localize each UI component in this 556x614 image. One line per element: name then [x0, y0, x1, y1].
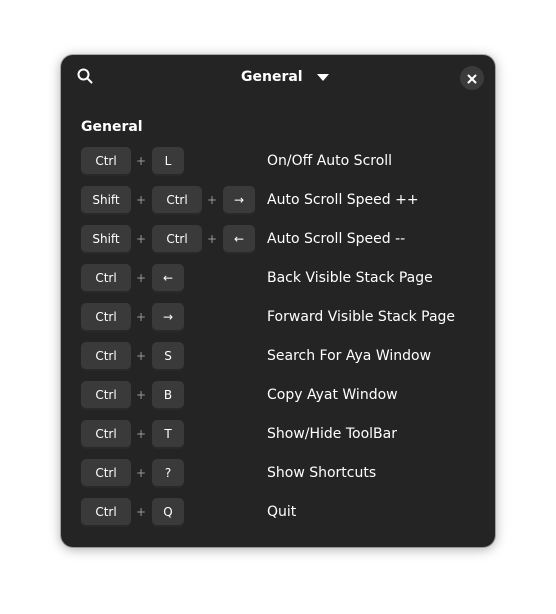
shortcut-description: Show Shortcuts: [267, 465, 377, 481]
keycap: Ctrl: [81, 420, 131, 449]
key-separator: +: [135, 349, 147, 363]
keycap: Ctrl: [81, 498, 131, 527]
key-separator: +: [135, 271, 147, 285]
keycap: S: [152, 342, 184, 371]
shortcut-row: Ctrl + S Search For Aya Window: [81, 342, 481, 381]
search-button[interactable]: [71, 64, 99, 92]
shortcut-row: Ctrl + ← Back Visible Stack Page: [81, 264, 481, 303]
section-dropdown[interactable]: General: [231, 63, 335, 93]
shortcut-description: Search For Aya Window: [267, 348, 432, 364]
keycap: ←: [152, 264, 184, 293]
header-bar: General: [61, 55, 495, 101]
search-icon: [77, 68, 93, 88]
key-separator: +: [206, 232, 218, 246]
keycap: →: [152, 303, 184, 332]
keycap: Shift: [81, 225, 131, 254]
shortcut-description: Quit: [267, 504, 297, 520]
keycap: Ctrl: [81, 303, 131, 332]
keycap: ?: [152, 459, 184, 488]
shortcut-description: Auto Scroll Speed ++: [267, 192, 419, 208]
shortcut-description: Forward Visible Stack Page: [267, 309, 456, 325]
keycap: Ctrl: [81, 459, 131, 488]
keycap: T: [152, 420, 184, 449]
keycap: →: [223, 186, 255, 215]
shortcut-row: Ctrl + L On/Off Auto Scroll: [81, 147, 481, 186]
key-separator: +: [135, 193, 147, 207]
shortcut-row: Shift + Ctrl + → Auto Scroll Speed ++: [81, 186, 481, 225]
shortcut-description: Copy Ayat Window: [267, 387, 398, 403]
keycap: L: [152, 147, 184, 176]
shortcut-description: On/Off Auto Scroll: [267, 153, 393, 169]
key-separator: +: [135, 505, 147, 519]
keycap: Ctrl: [81, 381, 131, 410]
close-icon: [467, 69, 477, 88]
shortcut-description: Show/Hide ToolBar: [267, 426, 397, 442]
keycap: Q: [152, 498, 184, 527]
keycap: Ctrl: [81, 264, 131, 293]
shortcuts-window: General General Ctrl + L On/Off Auto Scroll…: [61, 55, 495, 547]
keycap: Shift: [81, 186, 131, 215]
key-separator: +: [206, 193, 218, 207]
shortcut-row: Ctrl +? Show Shortcuts: [81, 459, 481, 498]
shortcut-row: Ctrl + → Forward Visible Stack Page: [81, 303, 481, 342]
key-separator: +: [135, 232, 147, 246]
key-separator: +: [135, 310, 147, 324]
keycap: Ctrl: [81, 342, 131, 371]
window-title: General: [241, 69, 303, 85]
keycap: B: [152, 381, 184, 410]
key-separator: +: [135, 466, 147, 480]
shortcut-description: Back Visible Stack Page: [267, 270, 433, 286]
key-separator: +: [135, 427, 147, 441]
shortcut-row: Ctrl + T Show/Hide ToolBar: [81, 420, 481, 459]
shortcut-row: Shift + Ctrl + ← Auto Scroll Speed --: [81, 225, 481, 264]
shortcut-row: Ctrl + B Copy Ayat Window: [81, 381, 481, 420]
close-button[interactable]: [460, 66, 484, 90]
keycap: Ctrl: [152, 225, 202, 254]
shortcut-row: Ctrl + Q Quit: [81, 498, 481, 537]
shortcut-description: Auto Scroll Speed --: [267, 231, 406, 247]
section-title: General: [81, 119, 143, 135]
chevron-down-icon: [317, 74, 329, 81]
key-separator: +: [135, 154, 147, 168]
key-separator: +: [135, 388, 147, 402]
shortcut-list: Ctrl + L On/Off Auto Scroll Shift + Ctrl + → Auto…: [81, 147, 481, 537]
keycap: Ctrl: [81, 147, 131, 176]
keycap: ←: [223, 225, 255, 254]
keycap: Ctrl: [152, 186, 202, 215]
